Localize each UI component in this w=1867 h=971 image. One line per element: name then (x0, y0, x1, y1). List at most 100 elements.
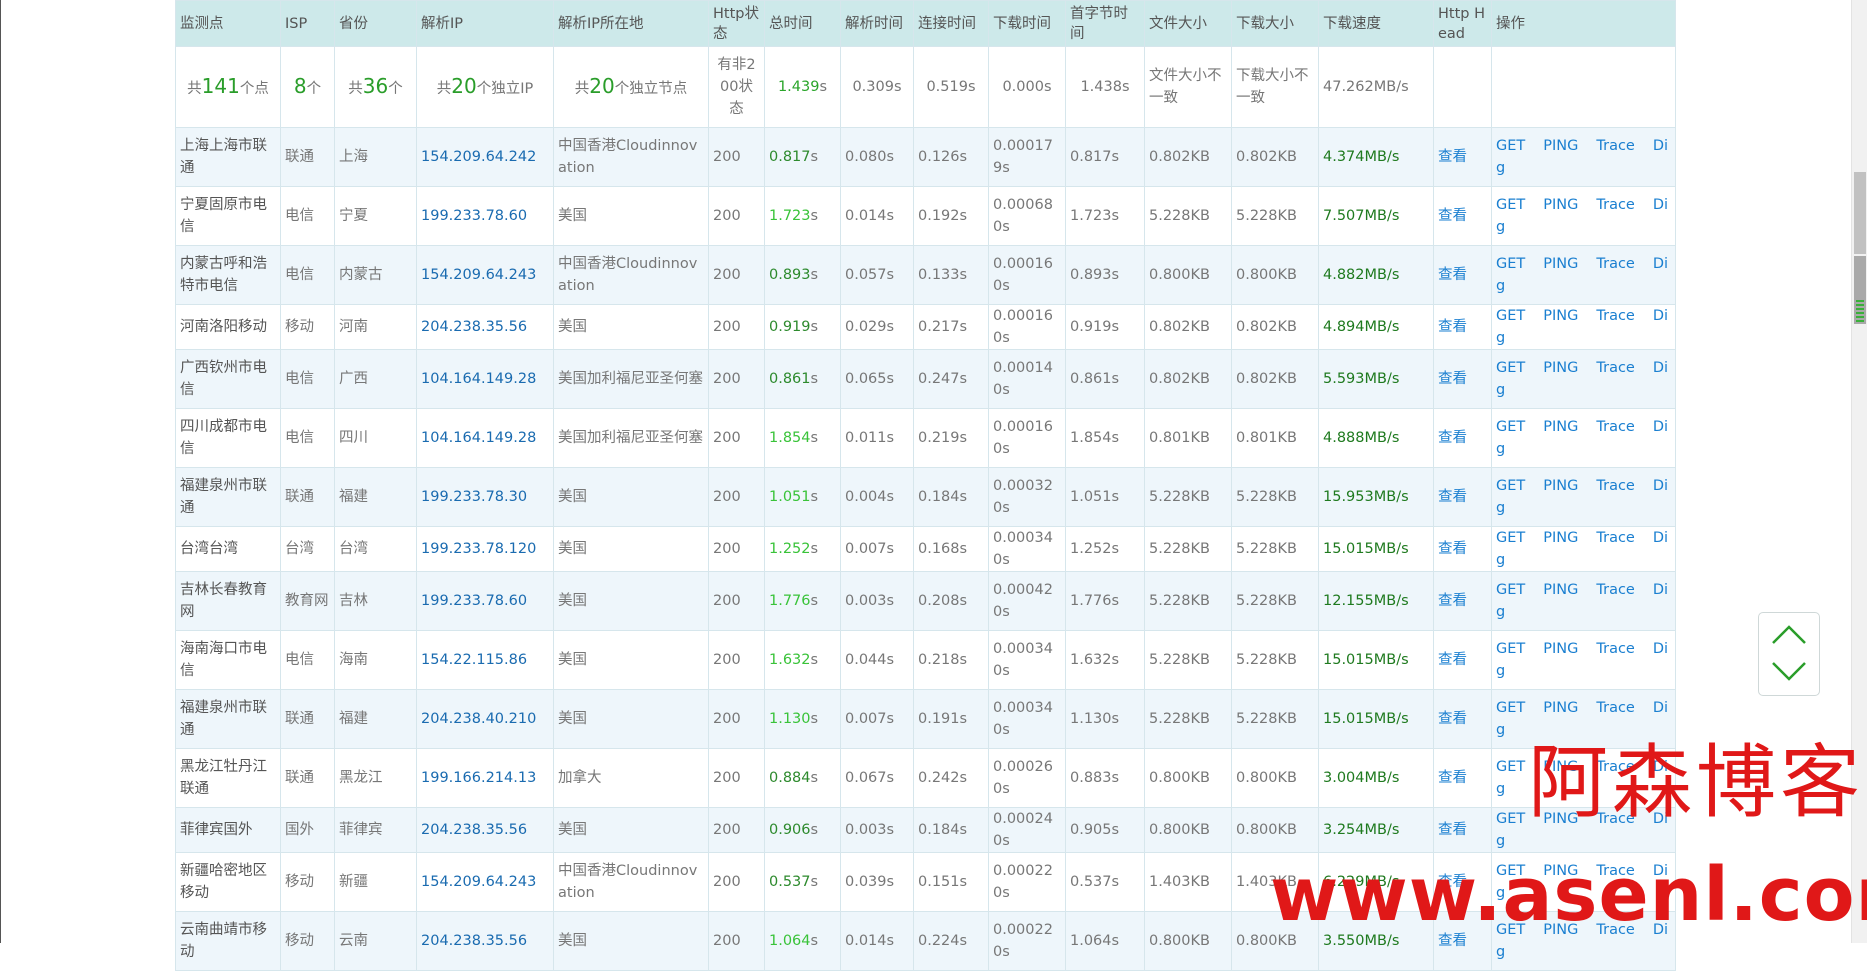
station-cell: 内蒙古呼和浩特市电信 (175, 245, 281, 305)
get-link[interactable]: GET (1496, 641, 1525, 657)
get-link[interactable]: GET (1496, 419, 1525, 435)
total-time-cell: 1.854s (764, 408, 841, 468)
station-cell: 台湾台湾 (175, 526, 281, 572)
trace-link[interactable]: Trace (1596, 478, 1634, 494)
view-head-link[interactable]: 查看 (1438, 489, 1467, 505)
view-head-link[interactable]: 查看 (1438, 652, 1467, 668)
ping-link[interactable]: PING (1543, 308, 1578, 324)
total-time-unit: s (810, 541, 819, 557)
ping-link[interactable]: PING (1543, 700, 1578, 716)
header-station: 监测点 (175, 0, 281, 47)
get-link[interactable]: GET (1496, 582, 1525, 598)
view-head-link[interactable]: 查看 (1438, 319, 1467, 335)
trace-link[interactable]: Trace (1596, 256, 1634, 272)
scroll-to-bottom-button[interactable] (1765, 655, 1813, 691)
http-head-cell: 查看 (1433, 807, 1492, 853)
operation-cell: GET PING Trace Dig (1491, 467, 1676, 527)
header-ip-location: 解析IP所在地 (553, 0, 709, 47)
summary-status: 有非200状态 (708, 46, 765, 128)
trace-link[interactable]: Trace (1596, 530, 1634, 546)
operation-cell: GET PING Trace Dig (1491, 245, 1676, 305)
get-link[interactable]: GET (1496, 478, 1525, 494)
summary-download-speed: 47.262MB/s (1318, 46, 1434, 128)
view-head-link[interactable]: 查看 (1438, 208, 1467, 224)
trace-link[interactable]: Trace (1596, 360, 1634, 376)
status-cell: 200 (708, 127, 765, 187)
get-link[interactable]: GET (1496, 138, 1525, 154)
scroll-to-top-button[interactable] (1765, 617, 1813, 653)
ping-link[interactable]: PING (1543, 478, 1578, 494)
table-row: 宁夏固原市电信 电信 宁夏 199.233.78.60 美国 200 1.723s 0.014… (175, 186, 1676, 246)
header-ip: 解析IP (416, 0, 554, 47)
trace-link[interactable]: Trace (1596, 419, 1634, 435)
total-time-cell: 0.893s (764, 245, 841, 305)
status-cell: 200 (708, 852, 765, 912)
header-http-head: Http Head (1433, 0, 1492, 47)
trace-link[interactable]: Trace (1596, 308, 1634, 324)
ping-link[interactable]: PING (1543, 641, 1578, 657)
table-row: 福建泉州市联通 联通 福建 204.238.40.210 美国 200 1.130s 0.00… (175, 689, 1676, 749)
header-download-time: 下载时间 (988, 0, 1066, 47)
view-head-link[interactable]: 查看 (1438, 149, 1467, 165)
view-head-link[interactable]: 查看 (1438, 430, 1467, 446)
view-head-link[interactable]: 查看 (1438, 770, 1467, 786)
get-link[interactable]: GET (1496, 530, 1525, 546)
connect-time-cell: 0.219s (913, 408, 989, 468)
scrollbar-thumb[interactable] (1854, 172, 1866, 254)
ip-location-cell: 中国香港Cloudinnovation (553, 852, 709, 912)
get-link[interactable]: GET (1496, 700, 1525, 716)
trace-link[interactable]: Trace (1596, 197, 1634, 213)
file-size-cell: 0.800KB (1144, 911, 1232, 971)
ping-link[interactable]: PING (1543, 419, 1578, 435)
view-head-link[interactable]: 查看 (1438, 267, 1467, 283)
summary-resolve-time: 0.309s (840, 46, 914, 128)
header-download-speed: 下载速度 (1318, 0, 1434, 47)
get-link[interactable]: GET (1496, 360, 1525, 376)
http-head-cell: 查看 (1433, 526, 1492, 572)
download-time-cell: 0.000160s (988, 304, 1066, 350)
ping-link[interactable]: PING (1543, 582, 1578, 598)
view-head-link[interactable]: 查看 (1438, 711, 1467, 727)
get-link[interactable]: GET (1496, 197, 1525, 213)
download-speed-cell: 3.254MB/s (1318, 807, 1434, 853)
isp-cell: 电信 (280, 408, 335, 468)
resolve-time-cell: 0.014s (840, 911, 914, 971)
header-isp: ISP (280, 0, 335, 47)
isp-cell: 联通 (280, 748, 335, 808)
ping-link[interactable]: PING (1543, 138, 1578, 154)
ping-link[interactable]: PING (1543, 530, 1578, 546)
trace-link[interactable]: Trace (1596, 138, 1634, 154)
get-link[interactable]: GET (1496, 759, 1525, 775)
station-cell: 福建泉州市联通 (175, 467, 281, 527)
ping-link[interactable]: PING (1543, 197, 1578, 213)
trace-link[interactable]: Trace (1596, 700, 1634, 716)
header-total-time: 总时间 (764, 0, 841, 47)
http-head-cell: 查看 (1433, 571, 1492, 631)
table-header-row: 监测点 ISP 省份 解析IP 解析IP所在地 Http状态 总时间 解析时间 … (175, 0, 1676, 47)
get-link[interactable]: GET (1496, 256, 1525, 272)
scroll-up-down-widget (1758, 612, 1820, 696)
view-head-link[interactable]: 查看 (1438, 593, 1467, 609)
first-byte-time-cell: 1.854s (1065, 408, 1145, 468)
trace-link[interactable]: Trace (1596, 641, 1634, 657)
total-time-unit: s (810, 770, 819, 786)
trace-link[interactable]: Trace (1596, 582, 1634, 598)
station-cell: 上海上海市联通 (175, 127, 281, 187)
total-time-unit: s (810, 822, 819, 838)
total-time-cell: 0.861s (764, 349, 841, 409)
get-link[interactable]: GET (1496, 811, 1525, 827)
total-time-unit: s (810, 430, 819, 446)
view-head-link[interactable]: 查看 (1438, 822, 1467, 838)
isp-cell: 电信 (280, 349, 335, 409)
view-head-link[interactable]: 查看 (1438, 541, 1467, 557)
ping-link[interactable]: PING (1543, 360, 1578, 376)
first-byte-time-cell: 0.537s (1065, 852, 1145, 912)
total-time-cell: 0.537s (764, 852, 841, 912)
ping-link[interactable]: PING (1543, 256, 1578, 272)
view-head-link[interactable]: 查看 (1438, 371, 1467, 387)
total-time-unit: s (810, 371, 819, 387)
summary-isp: 8个 (280, 46, 335, 128)
ip-location-cell: 美国 (553, 689, 709, 749)
status-cell: 200 (708, 304, 765, 350)
get-link[interactable]: GET (1496, 308, 1525, 324)
